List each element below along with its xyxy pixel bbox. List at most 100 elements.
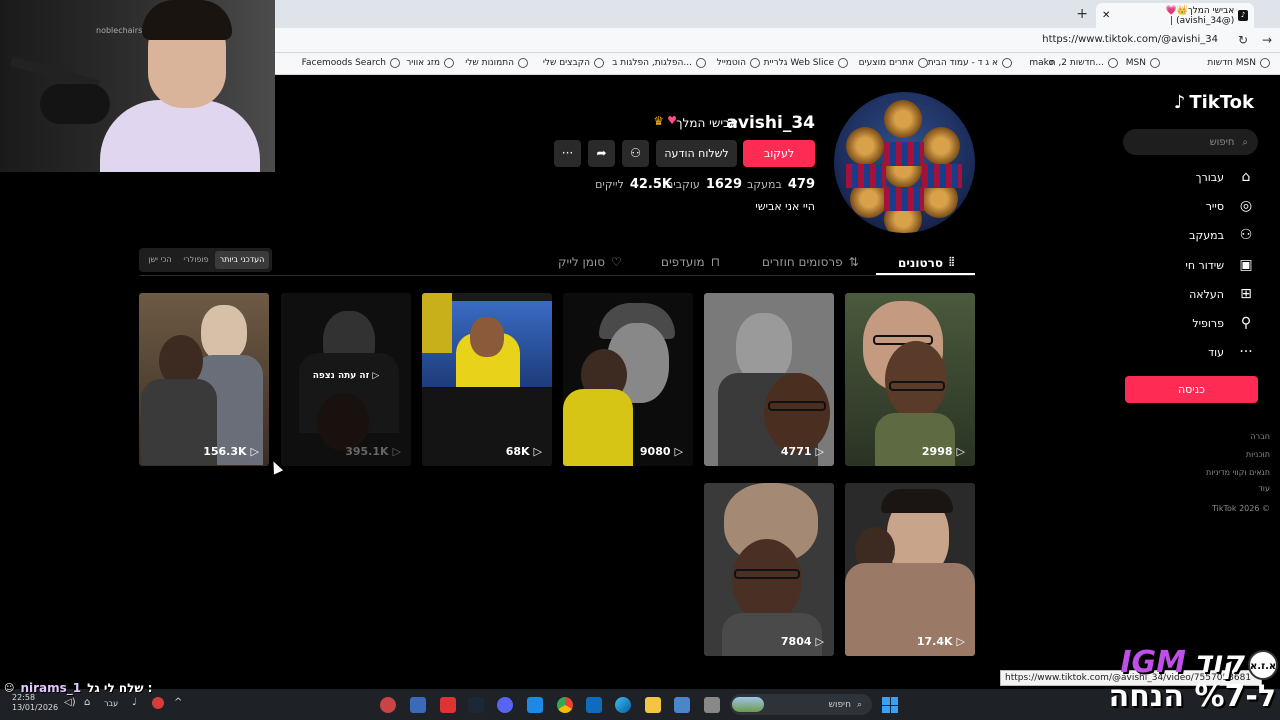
folder-icon[interactable] (645, 697, 661, 713)
share-button[interactable]: ➦ (588, 140, 615, 167)
tab-favorites[interactable]: מועדפים ⊓ (661, 255, 720, 269)
sidebar-item-explore[interactable]: סייר ◎ (1206, 198, 1254, 214)
sort-latest[interactable]: העדכני ביותר (215, 251, 269, 269)
play-icon: ▷ (533, 445, 542, 458)
steam-icon[interactable] (468, 697, 484, 713)
stat-following[interactable]: 479 במעקב (747, 177, 815, 192)
video-thumbnail[interactable]: זה עתה נצפה ▷ ▷ 395.1K (281, 293, 411, 466)
sidebar-item-following[interactable]: במעקב ⚇ (1189, 227, 1254, 243)
video-thumbnail[interactable]: ▷ 7804 (704, 483, 834, 656)
tiktok-note-icon: ♪ (1173, 92, 1186, 113)
task-view-icon[interactable] (704, 697, 720, 713)
bookmark-item[interactable]: א ג ד - עמוד הבית (928, 58, 1012, 68)
bookmark-item[interactable]: mako (1029, 58, 1054, 68)
repost-icon: ⇅ (848, 255, 859, 269)
follow-button[interactable]: לעקוב (743, 140, 815, 167)
globe-icon (390, 58, 400, 68)
tab-videos[interactable]: סרטונים ⦙⦙ (898, 255, 954, 270)
video-thumbnail[interactable]: ▷ 4771 (704, 293, 834, 466)
tab-liked[interactable]: סומן לייק ♡ (558, 255, 622, 269)
play-icon: ▷ (392, 445, 401, 458)
profile-icon: ⚲ (1240, 315, 1252, 331)
bookmark-item[interactable]: התמונות שלי (465, 58, 528, 68)
network-icon[interactable]: ⌂ (84, 697, 90, 708)
search-input[interactable]: חיפוש ⌕ (1123, 129, 1258, 155)
just-watched-label: זה עתה נצפה ▷ (312, 371, 380, 381)
video-thumbnail[interactable]: ▷ 156.3K (139, 293, 269, 466)
video-thumbnail[interactable]: ▷ 68K (422, 293, 552, 466)
bookmark-item[interactable]: הקבצים שלי (543, 58, 604, 68)
video-thumbnail[interactable]: ▷ 17.4K (845, 483, 975, 656)
sidebar-item-for-you[interactable]: עבורך ⌂ (1196, 169, 1254, 185)
microphone-tray-icon[interactable]: ♩ (132, 697, 137, 708)
footer-link[interactable]: תוכניות (1246, 450, 1270, 459)
play-icon: ▷ (956, 635, 965, 648)
app-icon[interactable] (440, 697, 456, 713)
chrome-icon[interactable] (557, 697, 573, 713)
footer-link[interactable]: תנאים וקווי מדיניות (1206, 468, 1270, 477)
more-options-button[interactable]: ··· (554, 140, 581, 167)
taskbar-clock[interactable]: 22:58 13/01/2026 (12, 693, 58, 713)
share-icon: ➦ (596, 146, 607, 160)
bookmark-item[interactable]: הפלגות, הפלגות ב... (612, 58, 706, 68)
tray-expand-icon[interactable]: ^ (174, 697, 182, 708)
send-message-button[interactable]: לשלוח הודעה (656, 140, 737, 167)
upload-icon: ⊞ (1240, 286, 1252, 302)
discord-icon[interactable] (497, 697, 513, 713)
play-icon: ▷ (674, 445, 683, 458)
globe-icon (1108, 58, 1118, 68)
footer-link[interactable]: עוד (1258, 484, 1270, 493)
language-indicator[interactable]: עבר (104, 699, 118, 708)
tiktok-logo[interactable]: ♪ TikTok (1174, 92, 1254, 113)
profile-bio: היי אני אבישי (755, 200, 815, 213)
play-icon: ▷ (815, 635, 824, 648)
sidebar-item-live[interactable]: שידור חי ▣ (1185, 257, 1254, 273)
app-icon[interactable] (527, 697, 543, 713)
more-icon: ··· (1239, 344, 1253, 360)
webcam-overlay: noblechairs (0, 0, 275, 172)
chat-avatar-icon: ☺ (4, 682, 15, 694)
url-text[interactable]: https://www.tiktok.com/@avishi_34 (1042, 34, 1218, 45)
suggested-accounts-button[interactable]: ⚇ (622, 140, 649, 167)
grid-icon: ⦙⦙ (948, 255, 955, 269)
sidebar-item-upload[interactable]: העלאה ⊞ (1189, 286, 1254, 302)
volume-icon[interactable]: ◁) (64, 697, 76, 708)
profile-avatar[interactable] (834, 92, 975, 233)
globe-icon (1260, 58, 1270, 68)
app-icon[interactable] (410, 697, 426, 713)
close-tab-icon[interactable]: ✕ (1102, 10, 1110, 21)
sort-popular[interactable]: פופולרי (178, 251, 214, 269)
sort-oldest[interactable]: הכי ישן (142, 251, 178, 269)
play-icon: ▷ (372, 371, 380, 381)
footer-link[interactable]: חברה (1250, 432, 1270, 441)
bookmark-item[interactable]: הוטמייל (717, 58, 760, 68)
video-thumbnail[interactable]: ▷ 9080 (563, 293, 693, 466)
security-tray-icon[interactable] (152, 697, 164, 709)
bookmark-item[interactable]: מזג אוויר (406, 58, 454, 68)
bookmark-item[interactable]: Facemoods Search (302, 58, 400, 68)
new-tab-icon[interactable]: + (1076, 6, 1088, 22)
bookmark-item[interactable]: גלריית Web Slice (764, 58, 848, 68)
app-icon[interactable] (674, 697, 690, 713)
bookmark-item[interactable]: חדשות MSN (1207, 58, 1270, 68)
taskbar-search[interactable]: חיפוש ⌕ (730, 694, 872, 715)
bookmark-item[interactable]: MSN (1126, 58, 1160, 68)
tab-reposts[interactable]: פרסומים חוזרים ⇅ (762, 255, 859, 269)
edge-icon[interactable] (615, 697, 631, 713)
chair-brand: noblechairs (96, 26, 143, 35)
bookmark-item[interactable]: אתרים מוצעים (859, 58, 928, 68)
reload-icon[interactable]: ↻ (1238, 33, 1248, 47)
back-arrow-icon[interactable]: → (1262, 33, 1272, 47)
bookmark-item[interactable]: חדשות 2, ת... (1050, 58, 1118, 68)
sidebar-item-profile[interactable]: פרופיל ⚲ (1192, 315, 1254, 331)
windows-start-icon[interactable] (882, 697, 898, 713)
sidebar-item-more[interactable]: עוד ··· (1208, 344, 1254, 360)
search-icon: ⌕ (856, 699, 862, 710)
stat-followers[interactable]: 1629 עוקבים (666, 177, 742, 192)
app-icon[interactable] (380, 697, 396, 713)
store-icon[interactable] (586, 697, 602, 713)
globe-icon (518, 58, 528, 68)
video-thumbnail[interactable]: ▷ 2998 (845, 293, 975, 466)
login-button[interactable]: כניסה (1125, 376, 1258, 403)
browser-tab[interactable]: ♪ אבישי המלך👑💗 (@avishi_34) | ✕ (1096, 3, 1254, 28)
